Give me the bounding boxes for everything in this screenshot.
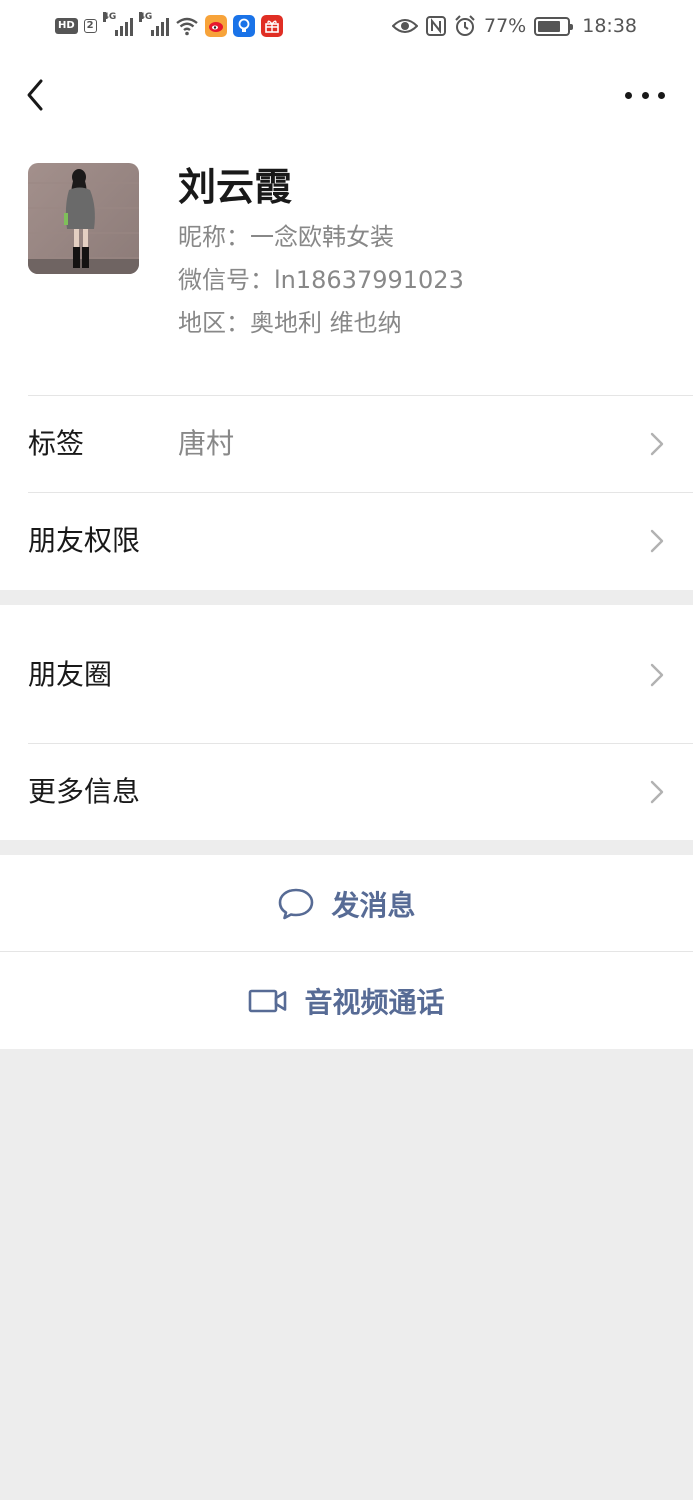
row-moments[interactable]: 朋友圈 <box>0 605 693 743</box>
dot <box>625 91 632 99</box>
nickname-text: 昵称：一念欧韩女装 <box>178 223 394 251</box>
eye-icon <box>392 19 418 33</box>
dot <box>641 91 649 99</box>
sim-icon: 2 <box>83 19 97 33</box>
row-tags[interactable]: 标签 唐村 <box>0 395 693 492</box>
video-camera-icon <box>249 989 287 1012</box>
weibo-app-icon <box>204 15 227 37</box>
nav-bar <box>0 55 693 135</box>
clock-time: 18:38 <box>582 15 637 37</box>
signal-icon: 4G <box>102 12 133 36</box>
chevron-right-icon <box>650 432 664 456</box>
battery-icon <box>534 16 574 36</box>
wechat-id-text[interactable]: 微信号：ln18637991023 <box>178 264 464 296</box>
gift-app-icon <box>260 15 283 37</box>
nfc-icon <box>426 16 446 36</box>
chevron-left-icon[interactable] <box>22 75 52 115</box>
divider <box>28 395 693 396</box>
row-friend-permissions-label: 朋友权限 <box>28 524 141 557</box>
bulb-app-icon <box>232 15 255 37</box>
contact-name: 刘云霞 <box>178 165 293 209</box>
network-type-label-2: 4G <box>138 12 153 22</box>
profile-header: 刘云霞 昵称：一念欧韩女装 微信号：ln18637991023 地区：奥地利 维… <box>0 135 693 395</box>
row-more-info[interactable]: 更多信息 <box>0 743 693 840</box>
send-message-label: 发消息 <box>331 888 416 922</box>
chevron-right-icon <box>650 529 664 553</box>
network-type-label: 4G <box>102 12 117 22</box>
video-call-label: 音视频通话 <box>304 985 445 1019</box>
wifi-icon <box>175 17 198 36</box>
divider <box>28 743 693 744</box>
region-text: 地区：奥地利 维也纳 <box>178 309 402 337</box>
avatar-photo <box>28 163 139 274</box>
status-bar: HD 2 4G 4G 77% 18:38 <box>0 0 693 55</box>
avatar[interactable] <box>28 163 139 274</box>
row-more-info-label: 更多信息 <box>28 775 141 808</box>
chevron-right-icon <box>650 780 664 804</box>
settings-card: 标签 唐村 朋友权限 <box>0 395 693 590</box>
chevron-right-icon <box>650 663 664 687</box>
chat-bubble-icon <box>279 888 314 919</box>
dot <box>658 91 665 99</box>
signal-icon-2: 4G <box>138 12 169 36</box>
more-dots-icon[interactable] <box>625 83 665 107</box>
row-tags-value: 唐村 <box>178 427 235 460</box>
row-tags-label: 标签 <box>28 427 85 460</box>
battery-percent: 77% <box>484 15 527 37</box>
row-friend-permissions[interactable]: 朋友权限 <box>0 492 693 589</box>
video-call-button[interactable]: 音视频通话 <box>0 952 693 1049</box>
hd-icon: HD <box>55 18 78 34</box>
alarm-icon <box>455 15 475 36</box>
battery-fill <box>538 20 560 32</box>
send-message-button[interactable]: 发消息 <box>0 855 693 952</box>
content-card: 朋友圈 更多信息 <box>0 605 693 840</box>
divider <box>28 492 693 493</box>
row-moments-label: 朋友圈 <box>28 658 113 691</box>
